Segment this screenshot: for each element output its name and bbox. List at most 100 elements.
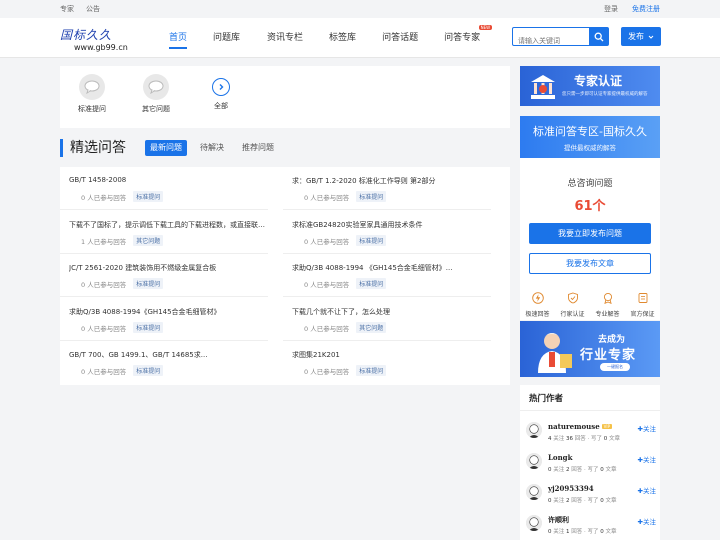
institution-icon bbox=[531, 75, 555, 99]
top-link-notice[interactable]: 公告 bbox=[86, 4, 100, 14]
signup-button[interactable]: 一键报名 bbox=[600, 363, 630, 371]
list-item[interactable]: 求：GB/T 1.2-2020 标准化工作导则 第2部分 0 人已参与回答 标准提… bbox=[283, 167, 491, 210]
feature-expert-cert: 行家认证 bbox=[555, 292, 590, 318]
question-tag[interactable]: 其它问题 bbox=[133, 235, 164, 246]
nav-tags[interactable]: 标签库 bbox=[329, 30, 356, 48]
participant-count: 0 人已参与回答 bbox=[81, 280, 127, 289]
question-tag[interactable]: 标准提问 bbox=[133, 191, 164, 202]
question-tag[interactable]: 标准提问 bbox=[356, 235, 387, 246]
question-title[interactable]: 下载几个就不让下了，怎么处理 bbox=[292, 307, 492, 317]
tab-unsolved[interactable]: 待解决 bbox=[195, 140, 229, 156]
site-logo[interactable]: 国标久久 www.gb99.cn bbox=[60, 26, 128, 56]
participant-count: 0 人已参与回答 bbox=[81, 193, 127, 202]
avatar[interactable] bbox=[526, 515, 542, 531]
participant-count: 0 人已参与回答 bbox=[81, 367, 127, 376]
nav-experts[interactable]: 问答专家 NEW bbox=[444, 25, 493, 48]
ask-question-button[interactable]: 我要立即发布问题 bbox=[529, 223, 651, 244]
question-tag[interactable]: 标准提问 bbox=[356, 278, 387, 289]
chevron-down-icon bbox=[648, 35, 654, 39]
list-item[interactable]: 求助Q/3B 4088-1994 《GH145合金毛细管材》... 0 人已参与… bbox=[283, 254, 491, 297]
question-title[interactable]: 下载不了国标了，提示调低下载工具的下载进程数，或直接联系... bbox=[69, 220, 269, 230]
follow-button[interactable]: ✚关注 bbox=[638, 485, 656, 495]
author-item: 许顺利 0 关注 1 回答 · 写了 0 文章 ✚关注 bbox=[526, 514, 656, 540]
publish-label: 发布 bbox=[628, 32, 644, 41]
participant-count: 0 人已参与回答 bbox=[304, 237, 350, 246]
avatar[interactable] bbox=[526, 422, 542, 438]
lightning-icon bbox=[531, 292, 544, 304]
avatar[interactable] bbox=[526, 484, 542, 500]
new-badge: NEW bbox=[478, 25, 493, 30]
follow-button[interactable]: ✚关注 bbox=[638, 454, 656, 464]
ask-standard-label: 标准提问 bbox=[78, 105, 106, 113]
list-item[interactable]: GB/T 1458-2008 0 人已参与回答 标准提问 bbox=[60, 167, 268, 210]
question-title[interactable]: GB/T 700、GB 1499.1、GB/T 14685求... bbox=[69, 350, 269, 360]
register-link[interactable]: 免费注册 bbox=[632, 4, 660, 14]
avatar[interactable] bbox=[526, 453, 542, 469]
list-item[interactable]: 求图集21K201 0 人已参与回答 标准提问 bbox=[283, 341, 491, 384]
hot-authors-title: 热门作者 bbox=[529, 394, 564, 404]
shield-icon bbox=[567, 292, 578, 304]
nav-question-library[interactable]: 问题库 bbox=[213, 30, 240, 48]
expert-cert-subtitle: 您只需一步即可认证专家提供最权威的解答 bbox=[562, 92, 648, 97]
top-links: 专家 公告 bbox=[60, 4, 100, 14]
publish-button[interactable]: 发布 bbox=[621, 27, 661, 46]
main-nav: 首页 问题库 资讯专栏 标签库 问答话题 问答专家 NEW bbox=[160, 25, 493, 49]
author-stats: 0 关注 1 回答 · 写了 0 文章 bbox=[548, 529, 617, 535]
tab-latest[interactable]: 最新问题 bbox=[145, 140, 187, 156]
section-title: 精选问答 bbox=[60, 139, 126, 157]
question-title[interactable]: 求：GB/T 1.2-2020 标准化工作导则 第2部分 bbox=[292, 176, 492, 186]
industry-expert-banner[interactable]: 去成为 行业专家 一键报名 bbox=[520, 321, 660, 377]
author-name[interactable]: yj20953394 bbox=[548, 484, 594, 493]
list-item[interactable]: JC/T 2561-2020 建筑装饰用不燃级金属复合板 0 人已参与回答 标准提… bbox=[60, 254, 268, 297]
question-title[interactable]: 求助Q/3B 4088-1994 《GH145合金毛细管材》... bbox=[292, 263, 492, 273]
publish-article-button[interactable]: 我要发布文章 bbox=[529, 253, 651, 274]
question-title[interactable]: JC/T 2561-2020 建筑装饰用不燃级金属复合板 bbox=[69, 263, 269, 273]
question-title[interactable]: GB/T 1458-2008 bbox=[69, 176, 269, 184]
question-tag[interactable]: 标准提问 bbox=[356, 365, 387, 376]
list-item[interactable]: 下载几个就不让下了，怎么处理 0 人已参与回答 其它问题 bbox=[283, 298, 491, 341]
expert-cert-banner[interactable]: 专家认证 您只需一步即可认证专家提供最权威的解答 bbox=[520, 66, 660, 106]
question-tag[interactable]: 标准提问 bbox=[133, 278, 164, 289]
ask-standard[interactable]: 标准提问 bbox=[67, 74, 117, 114]
question-title[interactable]: 求标准GB24820实验室家具通用技术条件 bbox=[292, 220, 492, 230]
participant-count: 1 人已参与回答 bbox=[81, 237, 127, 246]
search-button[interactable] bbox=[589, 28, 608, 45]
question-tag[interactable]: 标准提问 bbox=[133, 322, 164, 333]
ask-all[interactable]: 全部 bbox=[196, 74, 246, 111]
tab-recommended[interactable]: 推荐问题 bbox=[237, 140, 279, 156]
author-stats: 0 关注 2 回答 · 写了 0 文章 bbox=[548, 498, 617, 504]
feature-label: 专业解答 bbox=[595, 311, 620, 318]
feature-strip: 极速回答 行家认证 专业解答 官方保证 bbox=[520, 286, 660, 320]
participant-count: 0 人已参与回答 bbox=[304, 324, 350, 333]
chevron-right-circle-icon bbox=[212, 78, 230, 96]
ask-all-label: 全部 bbox=[214, 102, 228, 110]
question-tag[interactable]: 标准提问 bbox=[133, 365, 164, 376]
qa-zone-title: 标准问答专区-国标久久 bbox=[533, 125, 647, 138]
nav-home[interactable]: 首页 bbox=[169, 30, 188, 49]
nav-experts-label: 问答专家 bbox=[444, 33, 481, 43]
list-item[interactable]: 下载不了国标了，提示调低下载工具的下载进程数，或直接联系... 1 人已参与回答… bbox=[60, 211, 269, 254]
search-icon bbox=[594, 32, 603, 41]
question-title[interactable]: 求图集21K201 bbox=[292, 350, 492, 360]
nav-topics[interactable]: 问答话题 bbox=[382, 30, 418, 48]
list-item[interactable]: 求标准GB24820实验室家具通用技术条件 0 人已参与回答 标准提问 bbox=[283, 211, 491, 254]
search-input[interactable] bbox=[513, 32, 589, 50]
author-name[interactable]: naturemouse VIP bbox=[548, 422, 612, 431]
top-link-experts[interactable]: 专家 bbox=[60, 4, 74, 14]
follow-button[interactable]: ✚关注 bbox=[638, 516, 656, 526]
question-tag[interactable]: 其它问题 bbox=[356, 322, 387, 333]
list-item[interactable]: 求助Q/3B 4088-1994《GH145合金毛细管材》 0 人已参与回答 标准… bbox=[60, 298, 268, 341]
ask-other[interactable]: 其它问题 bbox=[131, 74, 181, 114]
list-item[interactable]: GB/T 700、GB 1499.1、GB/T 14685求... 0 人已参与… bbox=[60, 341, 268, 384]
hot-authors-card: 热门作者 naturemouse VIP 4 关注 36 回答 · 写了 0 文章… bbox=[520, 385, 660, 540]
question-title[interactable]: 求助Q/3B 4088-1994《GH145合金毛细管材》 bbox=[69, 307, 269, 317]
follow-button[interactable]: ✚关注 bbox=[638, 423, 656, 433]
author-name[interactable]: 许顺利 bbox=[548, 515, 569, 525]
author-name[interactable]: Longk bbox=[548, 453, 572, 462]
question-tag[interactable]: 标准提问 bbox=[356, 191, 387, 202]
author-stats: 0 关注 2 回答 · 写了 0 文章 bbox=[548, 467, 617, 473]
login-link[interactable]: 登录 bbox=[604, 4, 618, 14]
ask-other-label: 其它问题 bbox=[142, 105, 170, 113]
nav-news[interactable]: 资讯专栏 bbox=[267, 30, 303, 48]
question-tabs: 最新问题 待解决 推荐问题 bbox=[145, 140, 287, 156]
